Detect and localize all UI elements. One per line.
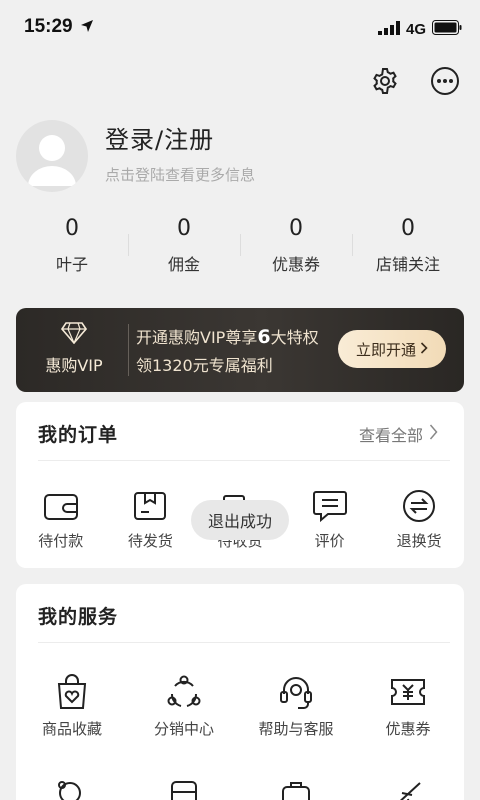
view-all-label: 查看全部 bbox=[358, 426, 423, 445]
services-title: 我的服务 bbox=[38, 606, 119, 628]
item-label: 帮助与客服 bbox=[258, 720, 334, 738]
stat-value: 0 bbox=[401, 216, 415, 241]
order-return[interactable]: 退换货 bbox=[374, 486, 464, 551]
vip-headline-prefix: 开通惠购VIP尊享 bbox=[136, 328, 258, 347]
item-label: 优惠券 bbox=[385, 720, 431, 738]
service-favorites[interactable]: 商品收藏 bbox=[16, 670, 128, 739]
coupon-icon bbox=[352, 670, 464, 714]
item-label: 待付款 bbox=[38, 532, 84, 550]
login-register-link[interactable]: 登录/注册 bbox=[105, 120, 214, 155]
order-pending-shipment[interactable]: 待发货 bbox=[106, 486, 196, 551]
stat-shop-follows[interactable]: 0 店铺关注 bbox=[352, 212, 464, 282]
stat-value: 0 bbox=[177, 216, 191, 241]
service-coupons[interactable]: 优惠券 bbox=[352, 670, 464, 739]
services-card: 我的服务 商品收藏 分销中心 帮助与客服 优惠券 bbox=[16, 584, 464, 800]
item-label: 待发货 bbox=[127, 532, 173, 550]
settings-gear-icon[interactable] bbox=[368, 64, 402, 98]
divider bbox=[128, 324, 129, 376]
vip-logo: 惠购VIP bbox=[30, 322, 118, 376]
diamond-icon bbox=[60, 322, 88, 348]
return-icon bbox=[374, 486, 464, 526]
service-extra-3[interactable] bbox=[240, 772, 352, 800]
divider bbox=[128, 234, 129, 256]
order-review[interactable]: 评价 bbox=[285, 486, 375, 551]
status-right: 4G bbox=[377, 20, 462, 39]
search-person-icon bbox=[16, 772, 128, 800]
stat-commission[interactable]: 0 佣金 bbox=[128, 212, 240, 282]
avatar[interactable] bbox=[16, 120, 88, 192]
headset-icon bbox=[240, 670, 352, 714]
share-network-icon bbox=[128, 670, 240, 714]
vip-banner[interactable]: 惠购VIP 开通惠购VIP尊享6大特权 领1320元专属福利 立即开通 bbox=[16, 308, 464, 392]
stat-value: 0 bbox=[289, 216, 303, 241]
chevron-right-icon bbox=[429, 424, 438, 444]
vip-headline-number: 6 bbox=[257, 326, 271, 348]
stat-label: 优惠券 bbox=[271, 255, 320, 274]
profile-subtitle: 点击登陆查看更多信息 bbox=[105, 166, 256, 184]
airplane-icon bbox=[352, 772, 464, 800]
battery-icon bbox=[432, 20, 462, 39]
heart-bag-icon bbox=[16, 670, 128, 714]
order-pending-payment[interactable]: 待付款 bbox=[16, 486, 106, 551]
stats-row: 0 叶子 0 佣金 0 优惠券 0 店铺关注 bbox=[16, 212, 464, 282]
orders-card: 我的订单 查看全部 待付款 待发货 待收货 评价 退换货 bbox=[16, 402, 464, 568]
divider bbox=[38, 642, 450, 643]
divider bbox=[352, 234, 353, 256]
service-help[interactable]: 帮助与客服 bbox=[240, 670, 352, 739]
comment-icon bbox=[285, 486, 375, 526]
service-row: 商品收藏 分销中心 帮助与客服 优惠券 bbox=[16, 670, 464, 739]
stat-label: 佣金 bbox=[167, 255, 200, 274]
toast-message: 退出成功 bbox=[191, 500, 289, 540]
status-time: 15:29 bbox=[24, 16, 73, 37]
signal-icon bbox=[377, 20, 400, 39]
stat-value: 0 bbox=[65, 216, 79, 241]
chevron-right-icon bbox=[420, 340, 428, 358]
box-icon bbox=[106, 486, 196, 526]
network-type: 4G bbox=[405, 21, 426, 38]
more-message-icon[interactable] bbox=[428, 64, 462, 98]
stat-coupons[interactable]: 0 优惠券 bbox=[240, 212, 352, 282]
stat-leaves[interactable]: 0 叶子 bbox=[16, 212, 128, 282]
service-extra-2[interactable] bbox=[128, 772, 240, 800]
service-row-2 bbox=[16, 772, 464, 800]
service-distribution[interactable]: 分销中心 bbox=[128, 670, 240, 739]
vip-headline: 开通惠购VIP尊享6大特权 bbox=[136, 324, 319, 348]
bus-icon bbox=[128, 772, 240, 800]
item-label: 退换货 bbox=[396, 532, 442, 550]
vip-logo-text: 惠购VIP bbox=[45, 356, 103, 375]
stat-label: 叶子 bbox=[55, 255, 88, 274]
luggage-icon bbox=[240, 772, 352, 800]
item-label: 商品收藏 bbox=[41, 720, 102, 738]
item-label: 评价 bbox=[314, 532, 345, 550]
wallet-icon bbox=[16, 486, 106, 526]
vip-open-label: 立即开通 bbox=[355, 340, 416, 359]
status-bar: 15:29 4G bbox=[0, 0, 480, 56]
view-all-orders-link[interactable]: 查看全部 bbox=[359, 422, 438, 446]
vip-open-button[interactable]: 立即开通 bbox=[338, 330, 446, 368]
vip-headline-suffix: 大特权 bbox=[270, 328, 319, 347]
divider bbox=[38, 460, 450, 461]
divider bbox=[240, 234, 241, 256]
location-arrow-icon bbox=[80, 18, 94, 37]
service-extra-1[interactable] bbox=[16, 772, 128, 800]
vip-benefit: 领1320元专属福利 bbox=[136, 356, 273, 375]
top-actions bbox=[368, 64, 462, 98]
orders-title: 我的订单 bbox=[38, 424, 119, 446]
service-extra-4[interactable] bbox=[352, 772, 464, 800]
item-label: 分销中心 bbox=[153, 720, 214, 738]
stat-label: 店铺关注 bbox=[375, 255, 440, 274]
